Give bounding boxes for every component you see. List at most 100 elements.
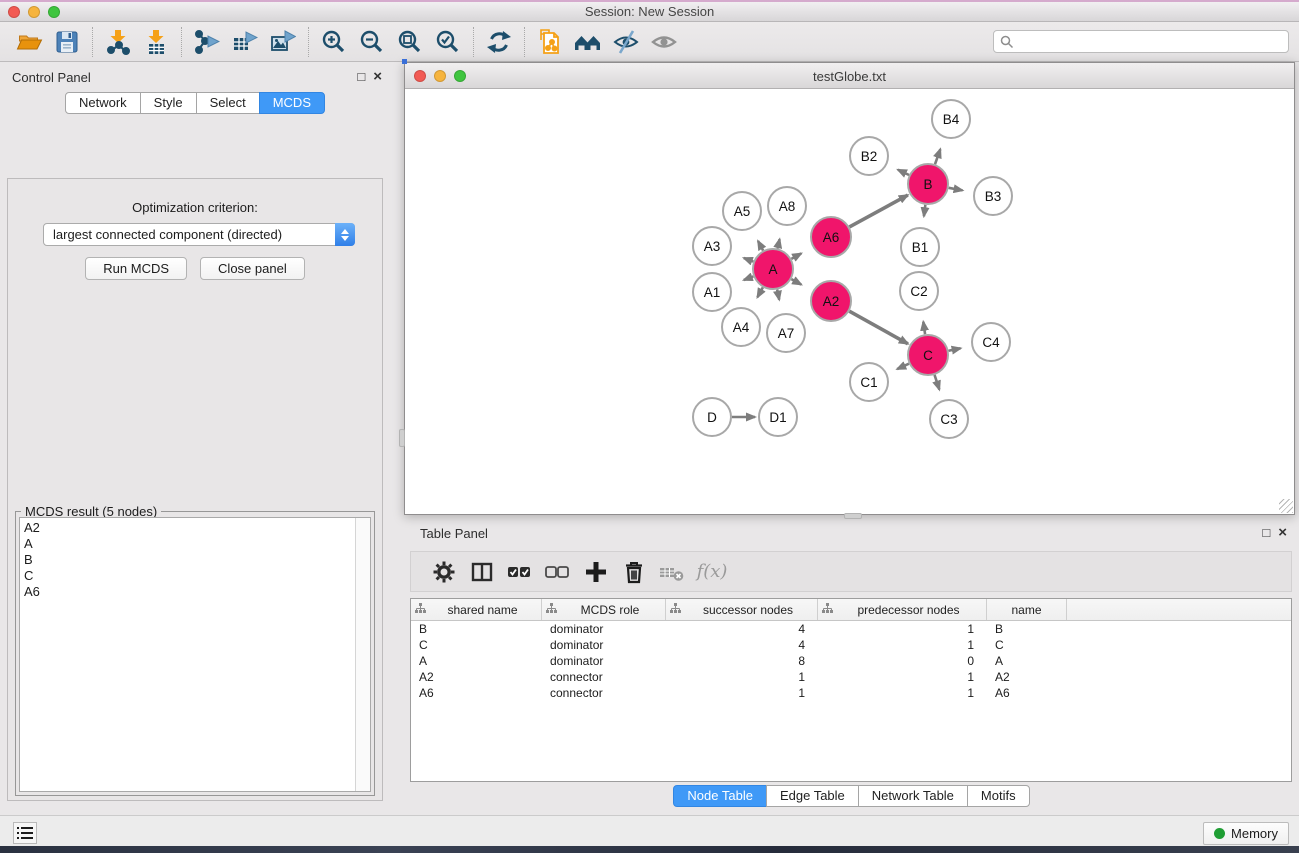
edge-A-A1[interactable] [744, 276, 754, 280]
edge-A-A3[interactable] [744, 258, 754, 262]
graph-node-A[interactable]: A [753, 249, 793, 289]
delete-table-button[interactable] [653, 556, 691, 588]
graph-node-A8[interactable]: A8 [768, 187, 806, 225]
float-table-panel-icon[interactable]: □ [1262, 525, 1270, 540]
tab-network-table[interactable]: Network Table [858, 785, 968, 807]
graph-node-A4[interactable]: A4 [722, 308, 760, 346]
export-table-button[interactable] [226, 25, 264, 59]
memory-button[interactable]: Memory [1203, 822, 1289, 845]
frame-corner-handle[interactable] [402, 59, 407, 64]
export-image-button[interactable] [264, 25, 302, 59]
graph-node-A1[interactable]: A1 [693, 273, 731, 311]
column-header-predecessor-nodes[interactable]: predecessor nodes [818, 599, 987, 620]
save-session-button[interactable] [48, 25, 86, 59]
close-panel-button[interactable]: Close panel [200, 257, 305, 280]
table-row[interactable]: Cdominator41C [411, 637, 1291, 653]
float-panel-icon[interactable]: □ [357, 69, 365, 84]
hide-selected-button[interactable] [607, 25, 645, 59]
zoom-in-button[interactable] [315, 25, 353, 59]
task-history-button[interactable] [13, 822, 37, 844]
graph-node-B3[interactable]: B3 [974, 177, 1012, 215]
tab-select[interactable]: Select [196, 92, 260, 114]
table-row[interactable]: A2connector11A2 [411, 669, 1291, 685]
edge-A-A6[interactable] [791, 253, 801, 258]
table-row[interactable]: Adominator80A [411, 653, 1291, 669]
vertical-splitter-handle[interactable] [399, 429, 405, 447]
graph-node-D1[interactable]: D1 [759, 398, 797, 436]
edge-C-C1[interactable] [897, 364, 909, 369]
graph-node-B2[interactable]: B2 [850, 137, 888, 175]
graph-node-C[interactable]: C [908, 335, 948, 375]
edge-C-C4[interactable] [949, 348, 961, 350]
column-header-name[interactable]: name [987, 599, 1067, 620]
import-table-button[interactable] [137, 25, 175, 59]
tab-style[interactable]: Style [140, 92, 197, 114]
gear-button[interactable] [425, 556, 463, 588]
zoom-fit-button[interactable] [391, 25, 429, 59]
search-input[interactable] [1014, 34, 1282, 49]
import-network-button[interactable] [99, 25, 137, 59]
graph-node-A6[interactable]: A6 [811, 217, 851, 257]
network-canvas[interactable]: B4 B2 B B3 A8A5 A6 B1 A3 A A1 C2 A2 A4A7 C4 C C1 C3 D D1 [405, 89, 1294, 514]
graph-node-C1[interactable]: C1 [850, 363, 888, 401]
refresh-button[interactable] [480, 25, 518, 59]
tab-mcds[interactable]: MCDS [259, 92, 325, 114]
column-header-mcds-role[interactable]: MCDS role [542, 599, 666, 620]
mcds-result-list[interactable]: A2ABCA6 [19, 517, 371, 792]
edge-A-A5[interactable] [758, 241, 763, 250]
optimization-criterion-dropdown[interactable]: largest connected component (directed) [43, 223, 355, 246]
export-network-button[interactable] [188, 25, 226, 59]
add-column-button[interactable] [577, 556, 615, 588]
delete-column-button[interactable] [615, 556, 653, 588]
graph-node-B4[interactable]: B4 [932, 100, 970, 138]
close-panel-icon[interactable]: × [373, 69, 382, 84]
open-file-button[interactable] [10, 25, 48, 59]
select-all-button[interactable] [501, 556, 539, 588]
edge-C-C3[interactable] [935, 375, 940, 390]
edge-C-C2[interactable] [923, 322, 925, 335]
network-window-titlebar[interactable]: testGlobe.txt [405, 63, 1294, 89]
graph-node-A5[interactable]: A5 [723, 192, 761, 230]
new-network-from-selection-button[interactable] [531, 25, 569, 59]
zoom-out-button[interactable] [353, 25, 391, 59]
edge-A-A8[interactable] [778, 239, 780, 248]
edge-A-A2[interactable] [791, 279, 801, 284]
mcds-result-item[interactable]: A2 [24, 520, 355, 536]
close-table-panel-icon[interactable]: × [1278, 525, 1287, 540]
table-row[interactable]: A6connector11A6 [411, 685, 1291, 701]
graph-node-C3[interactable]: C3 [930, 400, 968, 438]
graph-node-B[interactable]: B [908, 164, 948, 204]
edge-B-B4[interactable] [935, 149, 940, 164]
graph-node-B1[interactable]: B1 [901, 228, 939, 266]
mcds-result-item[interactable]: A6 [24, 584, 355, 600]
edge-B-B2[interactable] [898, 170, 909, 175]
table-row[interactable]: Bdominator41B [411, 621, 1291, 637]
graph-node-A2[interactable]: A2 [811, 281, 851, 321]
column-view-button[interactable] [463, 556, 501, 588]
mcds-result-item[interactable]: B [24, 552, 355, 568]
column-header-successor-nodes[interactable]: successor nodes [666, 599, 818, 620]
tab-network[interactable]: Network [65, 92, 141, 114]
tab-edge-table[interactable]: Edge Table [766, 785, 859, 807]
show-all-button[interactable] [645, 25, 683, 59]
mcds-result-item[interactable]: A [24, 536, 355, 552]
window-resize-grip[interactable] [1279, 499, 1293, 513]
run-mcds-button[interactable]: Run MCDS [85, 257, 187, 280]
edge-A-A7[interactable] [777, 290, 779, 300]
graph-node-D[interactable]: D [693, 398, 731, 436]
node-table[interactable]: shared nameMCDS rolesuccessor nodesprede… [410, 598, 1292, 782]
list-scrollbar[interactable] [355, 518, 370, 791]
zoom-selected-button[interactable] [429, 25, 467, 59]
graph-node-A7[interactable]: A7 [767, 314, 805, 352]
edge-B-B1[interactable] [924, 205, 925, 216]
search-field[interactable] [993, 30, 1289, 53]
edge-A6-B[interactable] [849, 195, 907, 227]
graph-node-C4[interactable]: C4 [972, 323, 1010, 361]
mcds-result-item[interactable]: C [24, 568, 355, 584]
edge-B-B3[interactable] [949, 188, 963, 191]
edge-A2-C[interactable] [849, 311, 908, 344]
graph-node-C2[interactable]: C2 [900, 272, 938, 310]
edge-A-A4[interactable] [757, 287, 762, 297]
graph-node-A3[interactable]: A3 [693, 227, 731, 265]
first-neighbors-button[interactable] [569, 25, 607, 59]
